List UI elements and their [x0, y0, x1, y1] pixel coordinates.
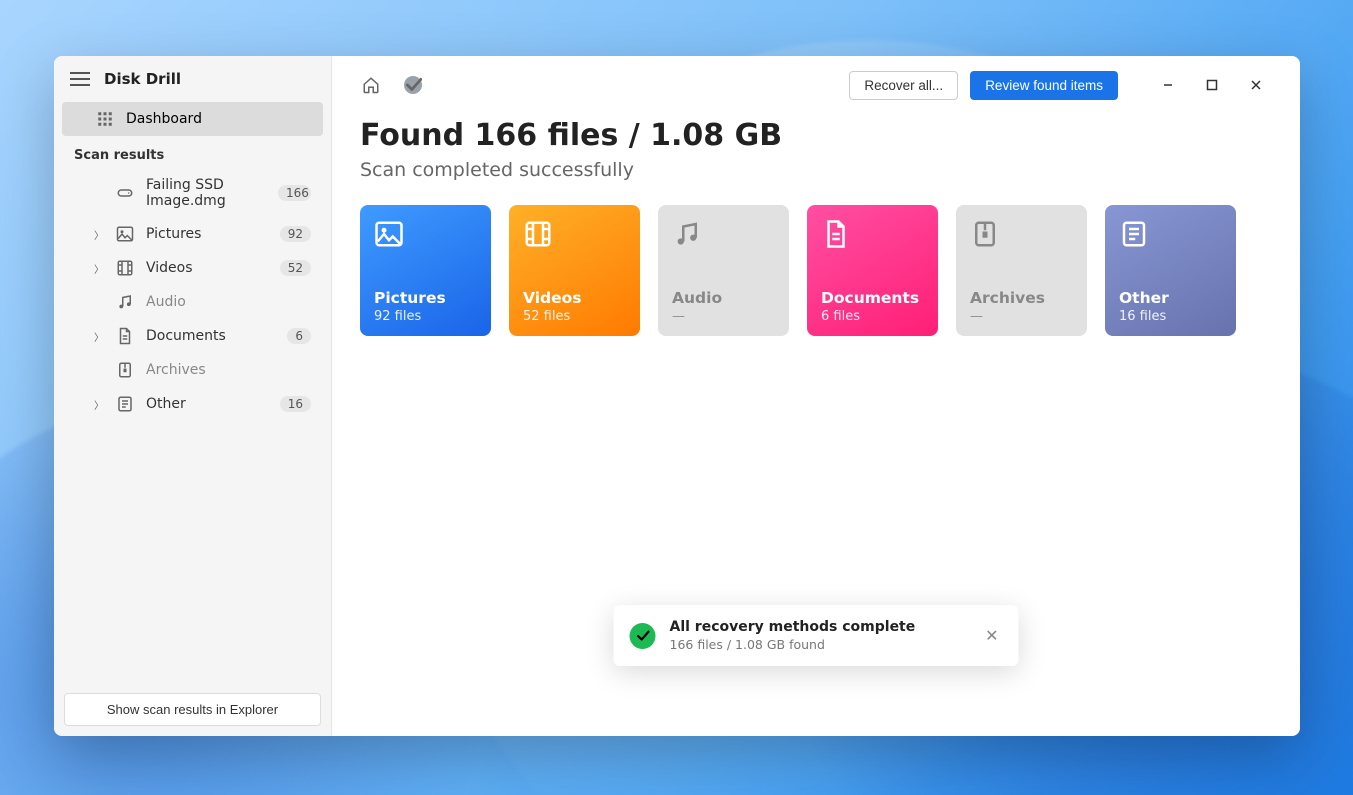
sidebar-item-label: Documents — [146, 328, 226, 344]
category-card-videos[interactable]: Videos 52 files — [509, 205, 640, 336]
card-subtitle: — — [970, 309, 1073, 324]
card-title: Pictures — [374, 289, 477, 307]
card-subtitle: 92 files — [374, 309, 477, 324]
category-card-other[interactable]: Other 16 files — [1105, 205, 1236, 336]
chevron-right-icon: 〉 — [94, 397, 104, 412]
category-cards: Pictures 92 files Videos 52 files Audio — Docu… — [360, 205, 1272, 336]
sidebar: Disk Drill Dashboard Scan results 〉 Faili… — [54, 56, 332, 736]
category-card-documents[interactable]: Documents 6 files — [807, 205, 938, 336]
grid-icon — [96, 110, 114, 128]
window-minimize-button[interactable] — [1148, 70, 1188, 100]
music-icon — [116, 293, 134, 311]
sidebar-item-label: Audio — [146, 294, 186, 310]
hamburger-icon[interactable] — [70, 72, 90, 86]
count-badge: 166 — [278, 185, 311, 201]
chevron-right-icon: 〉 — [94, 261, 104, 276]
count-badge: 52 — [280, 260, 311, 276]
music-icon — [672, 219, 775, 257]
content: Found 166 files / 1.08 GB Scan completed… — [332, 108, 1300, 336]
check-circle-icon — [404, 76, 422, 94]
sidebar-item-label: Dashboard — [126, 111, 202, 127]
app-title: Disk Drill — [104, 70, 181, 88]
page-subtitle: Scan completed successfully — [360, 159, 1272, 181]
category-card-audio: Audio — — [658, 205, 789, 336]
sidebar-item-dashboard[interactable]: Dashboard — [62, 102, 323, 136]
sidebar-nav: Dashboard Scan results 〉 Failing SSD Imag… — [54, 100, 331, 683]
completion-toast: All recovery methods complete 166 files … — [614, 605, 1019, 666]
sidebar-item-label: Pictures — [146, 226, 201, 242]
app-window: Disk Drill Dashboard Scan results 〉 Faili… — [54, 56, 1300, 736]
show-in-explorer-button[interactable]: Show scan results in Explorer — [64, 693, 321, 726]
doc-icon — [821, 219, 924, 257]
page-title: Found 166 files / 1.08 GB — [360, 118, 1272, 153]
card-subtitle: 16 files — [1119, 309, 1222, 324]
sidebar-item-failing-ssd-image-dmg[interactable]: 〉Failing SSD Image.dmg166 — [62, 169, 323, 217]
recover-all-button[interactable]: Recover all... — [849, 71, 958, 100]
sidebar-item-archives[interactable]: 〉Archives — [62, 353, 323, 387]
sidebar-header: Disk Drill — [54, 56, 331, 100]
status-check-button[interactable] — [398, 70, 428, 100]
toast-body: All recovery methods complete 166 files … — [670, 619, 916, 652]
other-icon — [1119, 219, 1222, 257]
image-icon — [374, 219, 477, 257]
film-icon — [523, 219, 626, 257]
toolbar: Recover all... Review found items — [332, 56, 1300, 108]
sidebar-item-audio[interactable]: 〉Audio — [62, 285, 323, 319]
window-controls — [1148, 70, 1276, 100]
count-badge: 92 — [280, 226, 311, 242]
card-title: Videos — [523, 289, 626, 307]
card-title: Other — [1119, 289, 1222, 307]
sidebar-item-documents[interactable]: 〉 Documents 6 — [62, 319, 323, 353]
review-found-items-button[interactable]: Review found items — [970, 71, 1118, 100]
sidebar-item-pictures[interactable]: 〉 Pictures 92 — [62, 217, 323, 251]
toast-subtitle: 166 files / 1.08 GB found — [670, 637, 916, 652]
card-subtitle: 52 files — [523, 309, 626, 324]
count-badge: 6 — [287, 328, 311, 344]
card-subtitle: — — [672, 309, 775, 324]
film-icon — [116, 259, 134, 277]
other-icon — [116, 395, 134, 413]
sidebar-item-label: Failing SSD Image.dmg — [146, 177, 266, 209]
sidebar-item-label: Videos — [146, 260, 193, 276]
success-check-icon — [630, 623, 656, 649]
sidebar-item-videos[interactable]: 〉 Videos 52 — [62, 251, 323, 285]
archive-icon — [970, 219, 1073, 257]
card-title: Archives — [970, 289, 1073, 307]
toast-close-button[interactable]: ✕ — [981, 622, 1002, 649]
category-card-pictures[interactable]: Pictures 92 files — [360, 205, 491, 336]
count-badge: 16 — [280, 396, 311, 412]
window-maximize-button[interactable] — [1192, 70, 1232, 100]
chevron-right-icon: 〉 — [94, 329, 104, 344]
chevron-right-icon: 〉 — [94, 227, 104, 242]
main-panel: Recover all... Review found items Found … — [332, 56, 1300, 736]
image-icon — [116, 225, 134, 243]
archive-icon — [116, 361, 134, 379]
sidebar-item-other[interactable]: 〉 Other 16 — [62, 387, 323, 421]
toast-title: All recovery methods complete — [670, 619, 916, 635]
card-subtitle: 6 files — [821, 309, 924, 324]
sidebar-item-label: Other — [146, 396, 186, 412]
home-button[interactable] — [356, 70, 386, 100]
sidebar-footer: Show scan results in Explorer — [54, 683, 331, 736]
doc-icon — [116, 327, 134, 345]
card-title: Documents — [821, 289, 924, 307]
card-title: Audio — [672, 289, 775, 307]
window-close-button[interactable] — [1236, 70, 1276, 100]
drive-icon — [116, 184, 134, 202]
sidebar-item-label: Archives — [146, 362, 206, 378]
sidebar-section-scan-results: Scan results — [62, 136, 323, 169]
category-card-archives: Archives — — [956, 205, 1087, 336]
